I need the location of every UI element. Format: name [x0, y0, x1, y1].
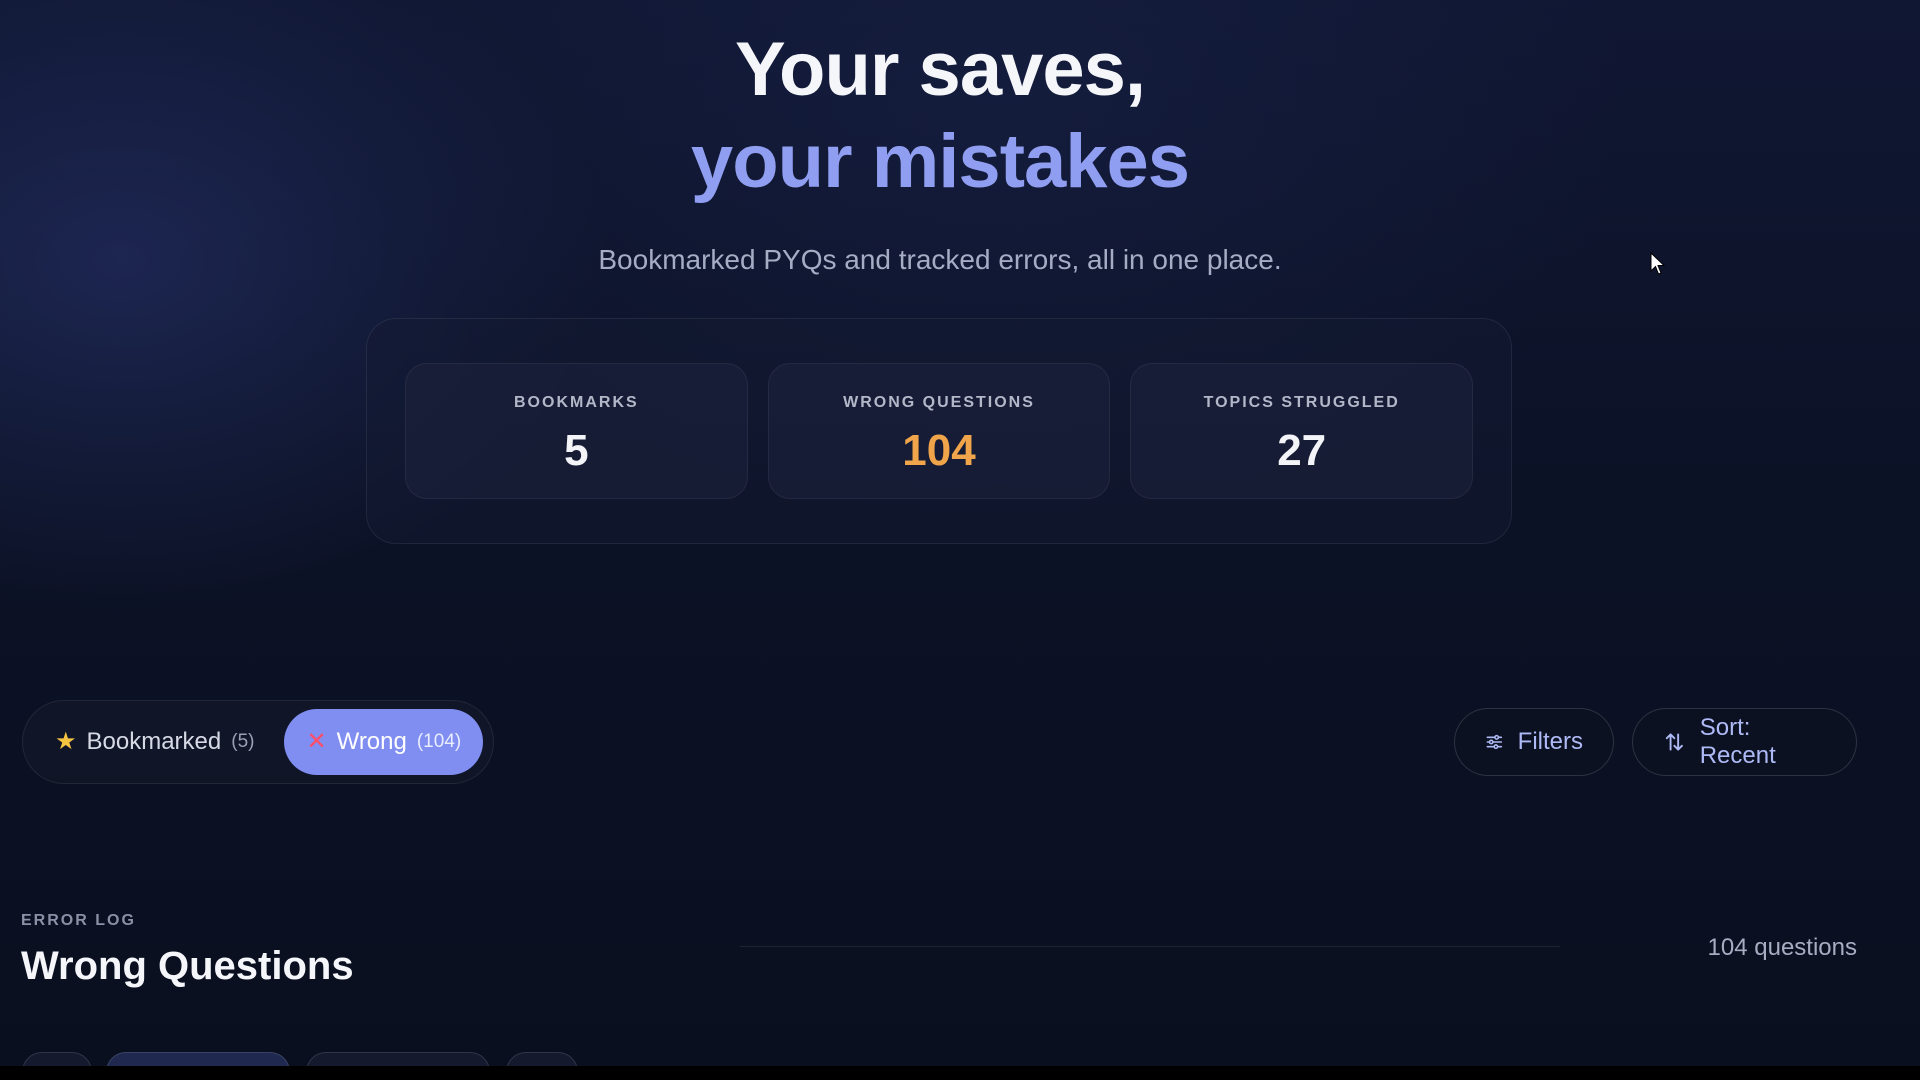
stat-card-wrong-questions: WRONG QUESTIONS 104	[767, 363, 1111, 499]
filters-button[interactable]: Filters	[1454, 708, 1614, 776]
stat-card-topics-struggled: TOPICS STRUGGLED 27	[1130, 363, 1474, 499]
stat-label: BOOKMARKS	[514, 394, 639, 411]
stat-value: 27	[1277, 426, 1327, 475]
star-icon: ★	[55, 728, 77, 755]
stat-label: TOPICS STRUGGLED	[1203, 394, 1400, 411]
page: Your saves, your mistakes Bookmarked PYQ…	[0, 0, 1920, 1080]
bottom-bar	[0, 1066, 1920, 1080]
section-title: Wrong Questions	[21, 944, 354, 988]
mouse-cursor-icon	[1650, 252, 1666, 275]
divider	[740, 946, 1560, 947]
stat-value: 104	[902, 426, 976, 475]
view-toggle: ★ Bookmarked (5) ✕ Wrong (104)	[22, 700, 494, 784]
tab-count: (5)	[231, 731, 255, 752]
filters-label: Filters	[1517, 728, 1583, 755]
tab-count: (104)	[416, 731, 462, 752]
stat-value: 5	[564, 426, 589, 475]
tab-bookmarked[interactable]: ★ Bookmarked (5)	[33, 709, 276, 775]
hero-title: Your saves, your mistakes	[0, 24, 1880, 208]
x-icon: ✕	[306, 728, 327, 755]
stat-card-bookmarks: BOOKMARKS 5	[405, 363, 748, 499]
stats-panel: BOOKMARKS 5 WRONG QUESTIONS 104 TOPICS S…	[366, 318, 1512, 544]
sort-button[interactable]: Sort: Recent	[1632, 708, 1857, 776]
tab-label: Wrong	[336, 728, 407, 755]
hero: Your saves, your mistakes Bookmarked PYQ…	[0, 24, 1880, 276]
stat-label: WRONG QUESTIONS	[843, 394, 1035, 411]
hero-subtitle: Bookmarked PYQs and tracked errors, all …	[598, 244, 1282, 275]
question-count: 104 questions	[1707, 934, 1857, 961]
sort-label: Sort: Recent	[1699, 714, 1776, 769]
sort-arrows-icon	[1665, 733, 1683, 751]
hero-title-line1: Your saves,	[734, 27, 1146, 112]
tab-label: Bookmarked	[86, 728, 222, 755]
hero-title-line2: your mistakes	[690, 119, 1190, 204]
tab-wrong[interactable]: ✕ Wrong (104)	[284, 709, 484, 775]
sliders-icon	[1486, 734, 1503, 750]
section-eyebrow: ERROR LOG	[21, 912, 136, 929]
